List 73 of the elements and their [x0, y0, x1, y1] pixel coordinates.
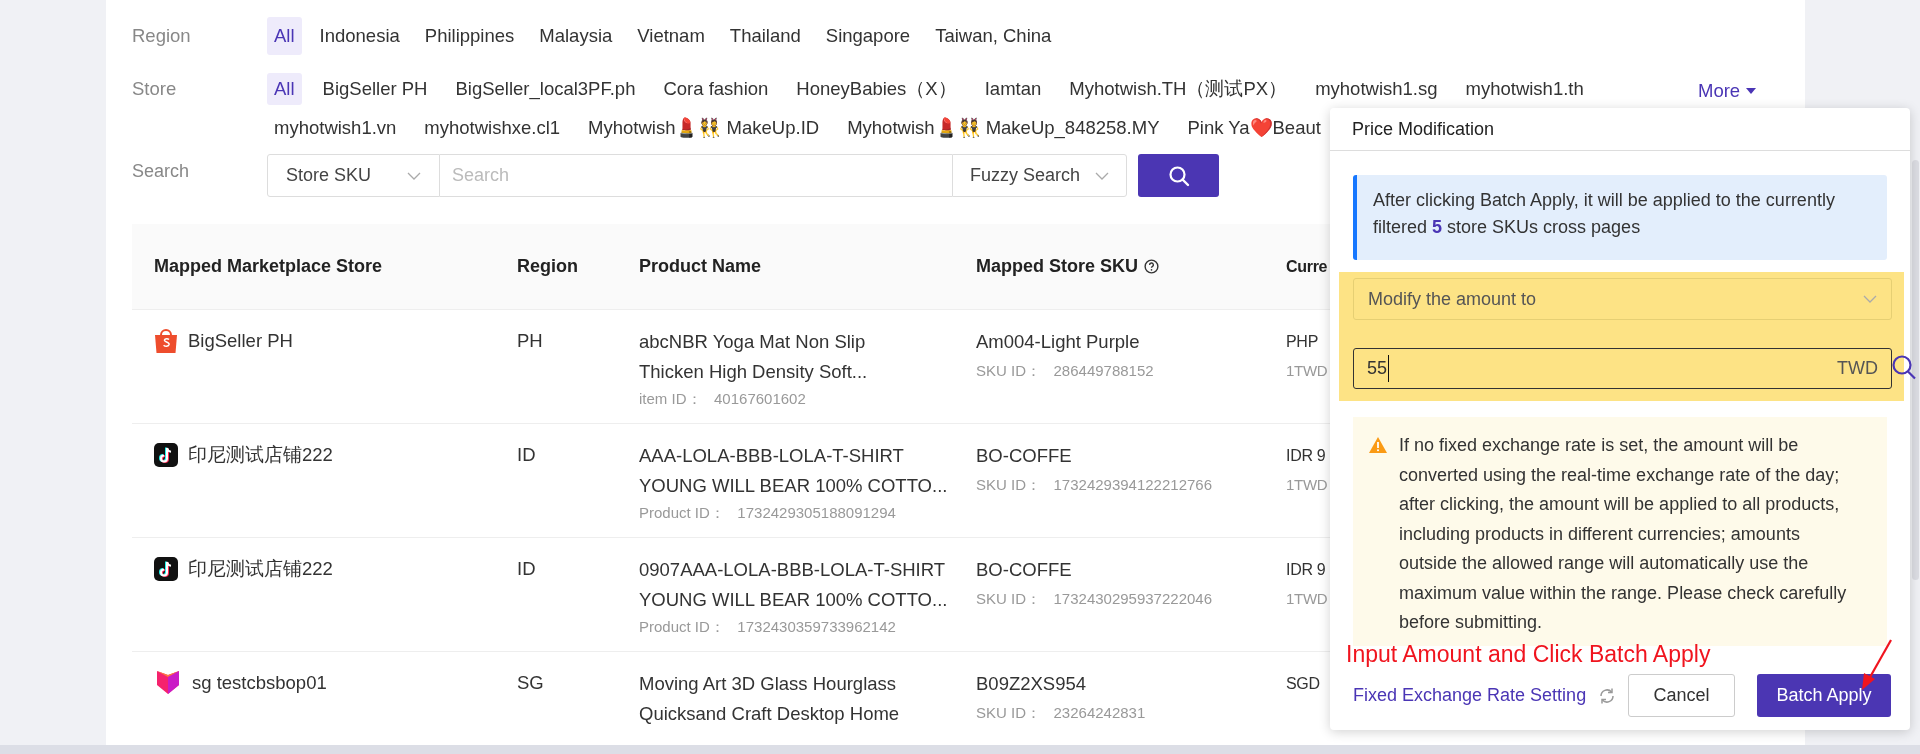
product-name: abcNBR Yoga Mat Non Slip Thicken High Density Soft... [639, 330, 868, 384]
filter-chip[interactable]: Thailand [722, 17, 808, 55]
product-id: item ID： 40167601602 [639, 389, 806, 409]
filter-chip[interactable]: All [267, 17, 302, 55]
cancel-button[interactable]: Cancel [1628, 674, 1735, 717]
currency-value: PHP [1286, 332, 1318, 352]
store-name: sg testcbsbop01 [192, 671, 327, 695]
region-code: ID [517, 558, 536, 579]
store-name: BigSeller PH [188, 329, 293, 353]
product-id: Product ID： 1732429305188091294 [639, 503, 896, 523]
sku-id: SKU ID： 1732430295937222046 [976, 589, 1212, 609]
filter-chip[interactable]: Pink Ya❤Beaut [1180, 112, 1328, 144]
filter-label: Search [132, 160, 191, 183]
filter-chip[interactable]: All [267, 73, 302, 105]
filter-chip[interactable]: BigSeller PH [315, 73, 435, 105]
column-header: Curre [1286, 256, 1328, 277]
product-name: AAA-LOLA-BBB-LOLA-T-SHIRT YOUNG WILL BEAR 100% COTTO... [639, 444, 948, 498]
mode-select[interactable]: Modify the amount to [1353, 278, 1892, 320]
filter-label: Store [132, 77, 178, 101]
product-id: Product ID： 1732430359733962142 [639, 617, 896, 637]
filter-chip[interactable]: Vietnam [630, 17, 712, 55]
sku-name: BO-COFFE [976, 558, 1072, 582]
filter-chip[interactable]: Philippines [417, 17, 522, 55]
search-field[interactable]: Search [440, 154, 952, 197]
sku-id: SKU ID： 1732429394122212766 [976, 475, 1212, 495]
filter-chip[interactable]: Taiwan, China [928, 17, 1059, 55]
filter-chip[interactable]: myhotwishxe.cl1 [417, 112, 568, 144]
currency-value: SGD [1286, 674, 1320, 694]
filter-chip[interactable]: Myhotwish.TH（测试PX） [1062, 73, 1295, 105]
more-link[interactable]: More [1698, 77, 1757, 105]
product-name: Moving Art 3D Glass Hourglass Quicksand Craft Desktop Home [639, 672, 900, 726]
field-select[interactable]: Store SKU [267, 154, 440, 197]
column-header: Mapped Store SKU [976, 255, 1139, 278]
exchange-rate-link[interactable]: Fixed Exchange Rate Setting [1353, 682, 1587, 709]
store-name: 印尼测试店铺222 [188, 443, 333, 467]
filter-chip[interactable]: myhotwish1.th [1458, 73, 1591, 105]
product-name: 0907AAA-LOLA-BBB-LOLA-T-SHIRT YOUNG WILL BEAR 100% COTTO... [639, 558, 948, 612]
filter-chip[interactable]: myhotwish1.vn [267, 112, 404, 144]
annotation-text: Input Amount and Click Batch Apply [1346, 640, 1711, 669]
currency-value: IDR 9 [1286, 560, 1326, 580]
filter-chip[interactable]: Myhotwish💄👯 MakeUp_848258.MY [840, 112, 1167, 144]
filter-chip[interactable]: Indonesia [312, 17, 407, 55]
amount-field[interactable]: 55 TWD [1353, 348, 1892, 389]
sku-name: B09Z2XS954 [976, 672, 1087, 696]
sku-name: BO-COFFE [976, 444, 1072, 468]
region-code: PH [517, 330, 543, 351]
filter-chip[interactable]: HoneyBabies（X） [789, 73, 964, 105]
batch-apply-button[interactable]: Batch Apply [1757, 674, 1891, 717]
filter-chip[interactable]: Iamtan [977, 73, 1049, 105]
filter-chip[interactable]: Malaysia [532, 17, 620, 55]
sku-name: Am004-Light Purple [976, 330, 1140, 354]
filter-chip[interactable]: Cora fashion [656, 73, 776, 105]
column-header: Mapped Marketplace Store [154, 255, 383, 278]
region-code: ID [517, 444, 536, 465]
filter-label: Region [132, 24, 192, 49]
sku-id: SKU ID： 23264242831 [976, 703, 1146, 723]
exchange-rate: 1TWD [1286, 475, 1328, 495]
warning-message: If no fixed exchange rate is set, the amount will be converted using the real-time exchange rate of the day; after clicking, the amount will be applied to all products, including products in different currencies; amounts outside the allowed range will automatically use the maximum value within the range. Please check carefully before submitting. [1399, 434, 1848, 634]
filter-chip[interactable]: Myhotwish💄👯 MakeUp.ID [581, 112, 827, 144]
currency-value: IDR 9 [1286, 446, 1326, 466]
info-message: After clicking Batch Apply, it will be applied to the currently filtered 5 store SKUs cross pages [1353, 175, 1887, 260]
column-header: Region [517, 255, 578, 278]
sku-id: SKU ID： 286449788152 [976, 361, 1154, 381]
exchange-rate: 1TWD [1286, 361, 1328, 381]
store-name: 印尼测试店铺222 [188, 557, 333, 581]
filter-chip[interactable]: Singapore [818, 17, 918, 55]
column-header: Product Name [639, 255, 762, 278]
filter-chip[interactable]: BigSeller_local3PF.ph [448, 73, 643, 105]
region-code: SG [517, 672, 544, 693]
exchange-rate: 1TWD [1286, 589, 1328, 609]
filter-chip[interactable]: myhotwish1.sg [1308, 73, 1445, 105]
match-select[interactable]: Fuzzy Search [952, 154, 1127, 197]
panel-title: Price Modification [1352, 117, 1495, 141]
